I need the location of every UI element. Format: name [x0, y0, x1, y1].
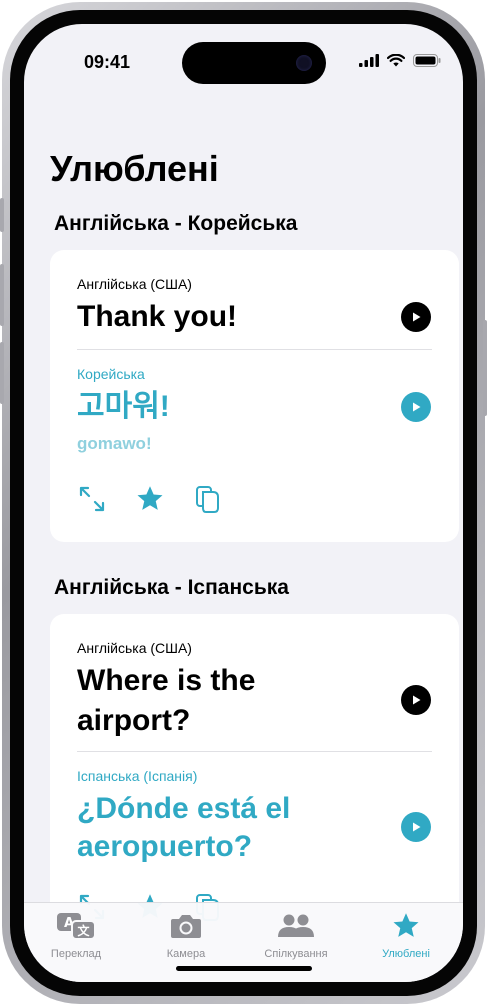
- star-icon: [393, 913, 419, 937]
- expand-icon[interactable]: [77, 484, 107, 514]
- people-icon: [278, 914, 314, 937]
- divider: [77, 751, 432, 752]
- section-title-english-spanish: Англійська - Іспанська: [54, 576, 289, 599]
- camera-lens: [296, 55, 312, 71]
- tab-label: Переклад: [50, 948, 102, 960]
- card-actions: [77, 484, 223, 514]
- tab-label: Спілкування: [264, 948, 328, 960]
- tab-camera[interactable]: Камера: [131, 911, 241, 960]
- play-source-button[interactable]: [401, 685, 431, 715]
- dynamic-island: [182, 42, 326, 84]
- play-source-button[interactable]: [401, 302, 431, 332]
- power-button: [483, 320, 487, 416]
- source-phrase-line-1: Where is the: [77, 664, 256, 697]
- play-target-button[interactable]: [401, 392, 431, 422]
- tab-favorites[interactable]: Улюблені: [351, 911, 461, 960]
- play-target-button[interactable]: [401, 812, 431, 842]
- wifi-icon: [387, 54, 405, 67]
- source-language-label: Англійська (США): [77, 276, 192, 292]
- camera-icon: [171, 915, 201, 938]
- status-icons: [359, 54, 441, 67]
- status-time: 09:41: [84, 52, 131, 72]
- source-phrase: Thank you!: [77, 300, 238, 333]
- volume-down-button: [0, 342, 4, 404]
- favorite-card-korean: Англійська (США) Thank you! Корейська 고마…: [50, 250, 459, 542]
- target-phrase-line-2: aeropuerto?: [77, 830, 253, 863]
- volume-up-button: [0, 264, 4, 326]
- divider: [77, 349, 432, 350]
- play-icon: [413, 402, 421, 412]
- source-language-label: Англійська (США): [77, 640, 192, 656]
- copy-icon[interactable]: [193, 484, 223, 514]
- cellular-signal-icon: [359, 54, 379, 67]
- tab-label: Камера: [166, 948, 206, 960]
- star-icon[interactable]: [135, 484, 165, 514]
- target-language-label: Корейська: [77, 366, 145, 382]
- target-phrase: 고마워!: [77, 390, 170, 423]
- action-button: [0, 198, 4, 232]
- target-language-label: Іспанська (Іспанія): [77, 768, 198, 784]
- play-icon: [413, 312, 421, 322]
- translate-icon: A 文: [57, 913, 96, 940]
- tab-translate[interactable]: A 文 Переклад: [24, 911, 131, 960]
- bezel: 09:41 Улюблені Англійська - Корейська Ан…: [10, 10, 477, 996]
- status-bar: 09:41: [24, 24, 463, 84]
- battery-icon: [413, 54, 441, 67]
- tab-conversation[interactable]: Спілкування: [241, 911, 351, 960]
- screen: 09:41 Улюблені Англійська - Корейська Ан…: [24, 24, 463, 982]
- section-title-english-korean: Англійська - Корейська: [54, 212, 298, 235]
- source-phrase-line-2: airport?: [77, 704, 191, 737]
- play-icon: [413, 822, 421, 832]
- phone-frame: 09:41 Улюблені Англійська - Корейська Ан…: [0, 2, 487, 1004]
- tab-label: Улюблені: [382, 948, 430, 960]
- home-indicator[interactable]: [176, 966, 312, 971]
- transliteration: gomawo!: [77, 434, 152, 453]
- play-icon: [413, 695, 421, 705]
- favorite-card-spanish: Англійська (США) Where is the airport? І…: [50, 614, 459, 934]
- target-phrase-line-1: ¿Dónde está el: [77, 792, 291, 825]
- svg-text:文: 文: [77, 923, 90, 938]
- page-title: Улюблені: [50, 148, 219, 189]
